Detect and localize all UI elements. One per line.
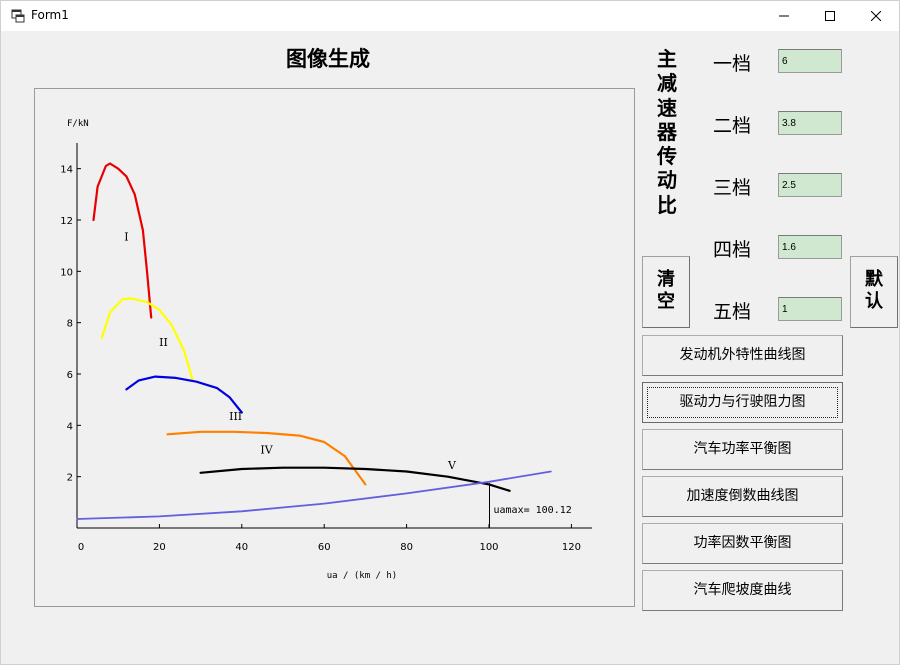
final-drive-char: 减 (657, 71, 677, 96)
uamax-label: uamax= 100.12 (493, 505, 571, 516)
gear-3-label: 三档 (713, 177, 752, 199)
default-button-char: 默 (865, 269, 883, 290)
default-button[interactable]: 默 认 (850, 256, 898, 328)
series-label: I (124, 231, 128, 244)
final-drive-char: 动 (657, 168, 677, 193)
y-tick-label: 8 (67, 319, 73, 330)
driving-force-chart: 0 20 40 60 80 100 120 2 4 6 8 10 12 14 F/kN ua / (km / … (60, 119, 592, 581)
series-label: V (447, 459, 457, 472)
page-title: 图像生成 (286, 47, 370, 71)
minimize-icon (779, 15, 789, 17)
clear-button-char: 空 (657, 291, 675, 312)
default-button-char: 认 (865, 291, 883, 312)
clear-button-char: 清 (657, 269, 675, 290)
maximize-button[interactable] (807, 1, 853, 31)
clear-button[interactable]: 清 空 (642, 256, 690, 328)
close-button[interactable] (853, 1, 899, 31)
series-label: III (229, 410, 242, 423)
series-label: II (159, 336, 168, 349)
x-tick-label: 60 (318, 542, 331, 553)
gear-1-label: 一档 (713, 53, 752, 75)
gear-4-label: 四档 (713, 239, 752, 261)
final-drive-char: 比 (657, 192, 677, 217)
x-tick-label: 120 (562, 542, 581, 553)
y-tick-label: 14 (60, 165, 73, 176)
power-balance-button[interactable]: 汽车功率平衡图 (642, 429, 843, 470)
maximize-icon (825, 11, 835, 21)
final-drive-char: 速 (657, 95, 677, 120)
series-line-ii (100, 297, 194, 381)
x-axis-label: ua / (km / h) (327, 571, 397, 581)
gear-3-input[interactable] (778, 173, 842, 197)
x-tick-label: 40 (235, 542, 248, 553)
y-tick-label: 10 (60, 267, 73, 278)
final-drive-ratio-label: 主 减 速 器 传 动 比 (655, 47, 679, 217)
x-tick-label: 0 (78, 542, 84, 553)
y-tick-label: 12 (60, 216, 73, 227)
power-factor-balance-button[interactable]: 功率因数平衡图 (642, 523, 843, 564)
series-line-fresist (76, 470, 552, 520)
driving-force-resistance-button[interactable]: 驱动力与行驶阻力图 (642, 382, 843, 423)
gear-2-input[interactable] (778, 111, 842, 135)
gear-5-input[interactable] (778, 297, 842, 321)
series-label: IV (260, 444, 273, 457)
series-line-iii (125, 375, 243, 414)
y-tick-label: 6 (67, 370, 73, 381)
final-drive-char: 主 (657, 47, 677, 71)
series-line-iv (166, 430, 367, 486)
climbing-gradient-button[interactable]: 汽车爬坡度曲线 (642, 570, 843, 611)
gear-2-label: 二档 (713, 115, 752, 137)
minimize-button[interactable] (761, 1, 807, 31)
close-icon (871, 11, 881, 21)
engine-characteristic-button[interactable]: 发动机外特性曲线图 (642, 335, 843, 376)
acceleration-reciprocal-button[interactable]: 加速度倒数曲线图 (642, 476, 843, 517)
final-drive-char: 器 (657, 119, 677, 144)
x-tick-label: 100 (479, 542, 498, 553)
title-bar: Form1 (1, 1, 899, 31)
app-form-icon (11, 9, 25, 23)
app-window: Form1 图像生成 0 20 40 60 80 100 120 2 4 6 8 10 12 14 F/kN… (0, 0, 900, 665)
y-tick-label: 4 (67, 421, 73, 432)
x-tick-label: 80 (400, 542, 413, 553)
y-tick-label: 2 (67, 473, 73, 484)
series-line-i (92, 162, 153, 319)
y-axis-label: F/kN (67, 119, 89, 129)
gear-5-label: 五档 (713, 301, 752, 323)
final-drive-char: 传 (657, 144, 677, 169)
gear-4-input[interactable] (778, 235, 842, 259)
x-tick-label: 20 (153, 542, 166, 553)
gear-1-input[interactable] (778, 49, 842, 73)
window-title: Form1 (31, 8, 69, 22)
